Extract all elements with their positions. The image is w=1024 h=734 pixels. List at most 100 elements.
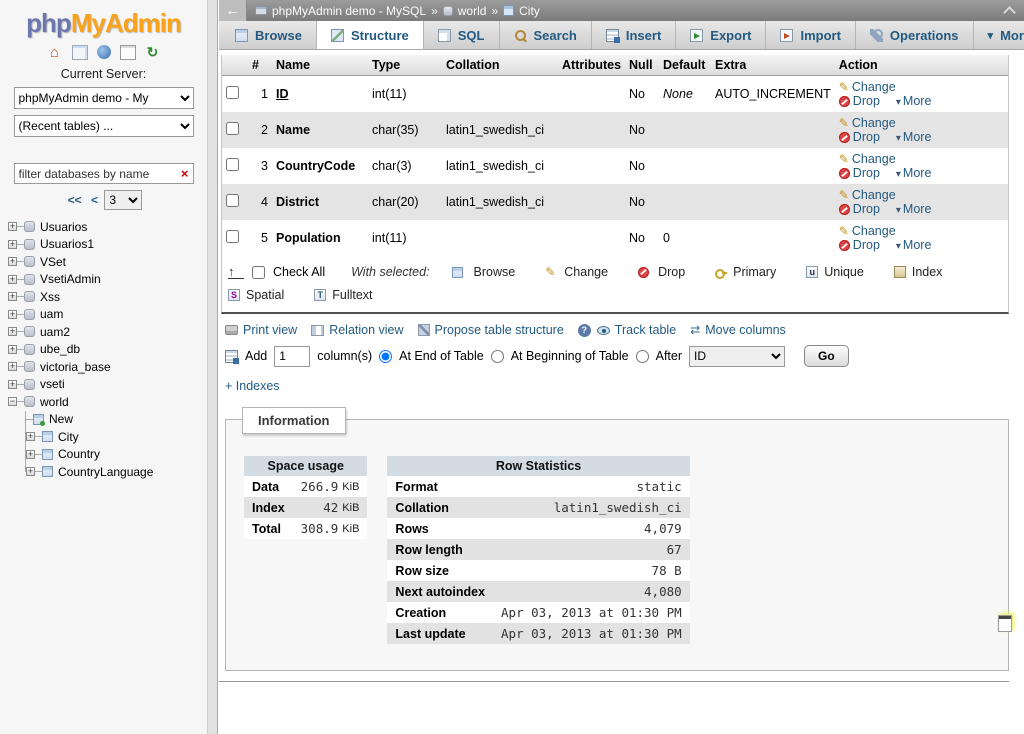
expand-icon[interactable]: +: [8, 380, 17, 389]
tab-structure[interactable]: Structure: [317, 21, 424, 49]
server-select[interactable]: phpMyAdmin demo - My: [14, 87, 194, 109]
table-item-country[interactable]: +Country: [21, 446, 207, 464]
change-link[interactable]: ✎Change: [839, 116, 896, 130]
tab-browse[interactable]: Browse: [221, 21, 317, 49]
expand-icon[interactable]: +: [8, 222, 17, 231]
help-icon[interactable]: ?: [578, 324, 591, 337]
help-icon[interactable]: [97, 45, 111, 59]
radio-at-end[interactable]: [379, 350, 392, 363]
back-button[interactable]: ←: [219, 0, 247, 21]
collapse-console-icon[interactable]: [1004, 5, 1014, 13]
more-link[interactable]: ▾More: [896, 202, 932, 216]
tab-search[interactable]: Search: [500, 21, 592, 49]
move-columns-link[interactable]: ⇄Move columns: [690, 323, 786, 337]
change-link[interactable]: ✎Change: [839, 224, 896, 238]
relation-view-link[interactable]: Relation view: [311, 323, 403, 337]
expand-icon[interactable]: +: [8, 292, 17, 301]
tab-insert[interactable]: Insert: [592, 21, 676, 49]
db-item-usuarios1[interactable]: +Usuarios1: [8, 236, 207, 254]
expand-icon[interactable]: +: [8, 362, 17, 371]
row-checkbox[interactable]: [226, 122, 239, 135]
selected-change-button[interactable]: ✎Change: [545, 265, 608, 279]
selected-primary-button[interactable]: Primary: [715, 265, 776, 279]
expand-icon[interactable]: +: [8, 257, 17, 266]
expand-icon[interactable]: +: [26, 432, 35, 441]
track-table-link[interactable]: Track table: [597, 323, 676, 337]
db-item-uam[interactable]: +uam: [8, 306, 207, 324]
expand-icon[interactable]: +: [8, 327, 17, 336]
collapse-icon[interactable]: −: [8, 397, 17, 406]
expand-icon[interactable]: +: [8, 275, 17, 284]
database-filter-input[interactable]: [19, 167, 181, 181]
query-console-icon[interactable]: [998, 615, 1012, 632]
drop-link[interactable]: Drop: [839, 202, 880, 216]
reload-navigation-icon[interactable]: ↻: [145, 45, 161, 60]
expand-icon[interactable]: +: [8, 240, 17, 249]
change-link[interactable]: ✎Change: [839, 80, 896, 94]
db-item-victoria-base[interactable]: +victoria_base: [8, 358, 207, 376]
breadcrumb-server-link[interactable]: phpMyAdmin demo - MySQL: [272, 4, 426, 18]
row-checkbox[interactable]: [226, 230, 239, 243]
table-item-city[interactable]: +City: [21, 428, 207, 446]
clear-filter-icon[interactable]: ×: [181, 166, 189, 181]
database-filter[interactable]: ×: [14, 163, 194, 184]
sidebar-resize-handle[interactable]: [207, 0, 218, 734]
column-count-input[interactable]: [274, 346, 310, 367]
more-link[interactable]: ▾More: [896, 94, 932, 108]
phpmyadmin-logo[interactable]: phpMyAdmin: [0, 0, 207, 39]
page-prev-link[interactable]: <: [91, 193, 98, 207]
drop-link[interactable]: Drop: [839, 94, 880, 108]
selected-fulltext-button[interactable]: TFulltext: [314, 288, 372, 302]
page-first-link[interactable]: <<: [68, 193, 82, 207]
expand-icon[interactable]: +: [8, 345, 17, 354]
table-item-countrylanguage[interactable]: +CountryLanguage: [21, 463, 207, 481]
logout-icon[interactable]: [72, 45, 88, 60]
change-link[interactable]: ✎Change: [839, 188, 896, 202]
db-item-uam2[interactable]: +uam2: [8, 323, 207, 341]
check-all-checkbox[interactable]: [252, 266, 265, 279]
page-select[interactable]: 3: [104, 190, 142, 210]
drop-link[interactable]: Drop: [839, 238, 880, 252]
db-item-ube-db[interactable]: +ube_db: [8, 341, 207, 359]
more-link[interactable]: ▾More: [896, 130, 932, 144]
db-item-vsetiadmin[interactable]: +VsetiAdmin: [8, 271, 207, 289]
recent-tables-select[interactable]: (Recent tables) ...: [14, 115, 194, 137]
tab-sql[interactable]: SQL: [424, 21, 500, 49]
db-item-xss[interactable]: +Xss: [8, 288, 207, 306]
drop-link[interactable]: Drop: [839, 166, 880, 180]
tab-more[interactable]: ▾More: [974, 21, 1024, 49]
breadcrumb-database-link[interactable]: world: [458, 4, 487, 18]
tab-export[interactable]: Export: [676, 21, 766, 49]
indexes-link[interactable]: + Indexes: [225, 379, 280, 393]
expand-icon[interactable]: +: [26, 450, 35, 459]
go-button[interactable]: Go: [804, 345, 849, 367]
radio-after[interactable]: [636, 350, 649, 363]
more-link[interactable]: ▾More: [896, 238, 932, 252]
radio-at-beginning[interactable]: [491, 350, 504, 363]
table-item-new[interactable]: New: [21, 411, 207, 429]
row-checkbox[interactable]: [226, 194, 239, 207]
selected-index-button[interactable]: Index: [894, 265, 943, 279]
selected-browse-button[interactable]: Browse: [452, 265, 516, 279]
tab-import[interactable]: Import: [766, 21, 855, 49]
propose-structure-link[interactable]: Propose table structure: [418, 323, 564, 337]
documentation-icon[interactable]: [120, 45, 136, 60]
print-view-link[interactable]: Print view: [225, 323, 297, 337]
selected-drop-button[interactable]: Drop: [638, 265, 685, 279]
change-link[interactable]: ✎Change: [839, 152, 896, 166]
breadcrumb-table-link[interactable]: City: [519, 4, 540, 18]
drop-link[interactable]: Drop: [839, 130, 880, 144]
db-item-usuarios[interactable]: +Usuarios: [8, 218, 207, 236]
home-icon[interactable]: ⌂: [47, 45, 63, 60]
selected-unique-button[interactable]: uUnique: [806, 265, 864, 279]
row-checkbox[interactable]: [226, 86, 239, 99]
more-link[interactable]: ▾More: [896, 166, 932, 180]
tab-operations[interactable]: Operations: [856, 21, 974, 49]
expand-icon[interactable]: +: [26, 467, 35, 476]
db-item-vseti[interactable]: +vseti: [8, 376, 207, 394]
db-item-world[interactable]: −world: [8, 393, 207, 411]
selected-spatial-button[interactable]: SSpatial: [228, 288, 284, 302]
row-checkbox[interactable]: [226, 158, 239, 171]
expand-icon[interactable]: +: [8, 310, 17, 319]
after-column-select[interactable]: ID: [689, 346, 785, 367]
